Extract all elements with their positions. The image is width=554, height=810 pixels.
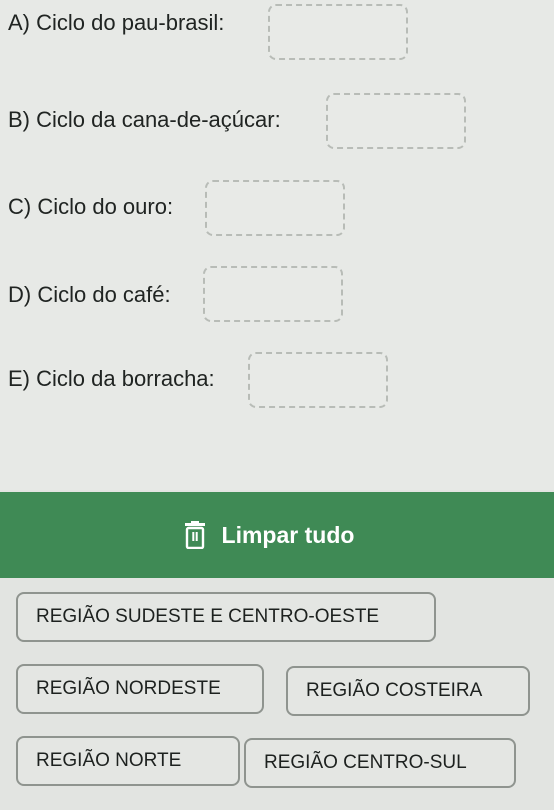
options-bank: REGIÃO SUDESTE E CENTRO-OESTE REGIÃO NOR…: [0, 578, 554, 810]
question-b-label: B) Ciclo da cana-de-açúcar:: [8, 107, 281, 132]
drop-zone-d[interactable]: [203, 266, 343, 322]
clear-all-label: Limpar tudo: [221, 521, 355, 548]
option-label: REGIÃO NORDESTE: [36, 678, 221, 699]
option-norte[interactable]: REGIÃO NORTE: [16, 736, 240, 786]
drop-zone-e[interactable]: [248, 352, 388, 408]
question-a-label: A) Ciclo do pau-brasil:: [8, 10, 225, 35]
question-c-label: C) Ciclo do ouro:: [8, 194, 174, 219]
drop-zone-c[interactable]: [205, 180, 345, 236]
trash-icon: [184, 521, 205, 549]
drop-zone-a[interactable]: [268, 4, 408, 60]
option-costeira[interactable]: REGIÃO COSTEIRA: [286, 666, 530, 716]
option-sudeste-centro-oeste[interactable]: REGIÃO SUDESTE E CENTRO-OESTE: [16, 592, 436, 642]
question-d-label: D) Ciclo do café:: [8, 282, 171, 307]
option-label: REGIÃO NORTE: [36, 750, 182, 771]
option-label: REGIÃO COSTEIRA: [306, 680, 483, 701]
option-nordeste[interactable]: REGIÃO NORDESTE: [16, 664, 264, 714]
option-label: REGIÃO SUDESTE E CENTRO-OESTE: [36, 606, 380, 627]
option-label: REGIÃO CENTRO-SUL: [264, 752, 467, 773]
clear-all-button[interactable]: Limpar tudo: [0, 492, 554, 578]
option-centro-sul[interactable]: REGIÃO CENTRO-SUL: [244, 738, 516, 788]
question-e-label: E) Ciclo da borracha:: [8, 366, 215, 391]
questions-panel: A) Ciclo do pau-brasil: B) Ciclo da cana…: [0, 0, 554, 490]
drop-zone-b[interactable]: [326, 93, 466, 149]
